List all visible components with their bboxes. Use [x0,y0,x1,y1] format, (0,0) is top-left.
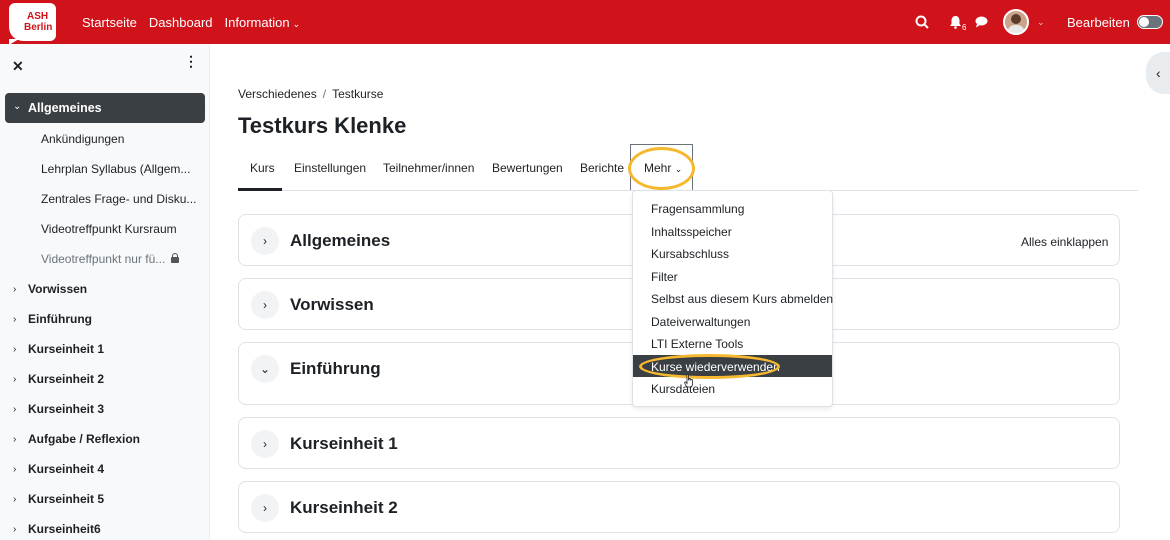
nav-link-dashboard[interactable]: Dashboard [149,15,213,30]
mouse-cursor-icon [684,374,693,388]
user-menu[interactable]: ⌄ [1003,0,1045,44]
lock-icon [171,253,180,263]
top-navbar: ASH Berlin Startseite Dashboard Informat… [0,0,1170,45]
menu-item-selbst-abmelden[interactable]: Selbst aus diesem Kurs abmelden [651,292,833,306]
search-icon[interactable] [915,0,929,44]
section-card-kurseinheit-1: › Kurseinheit 1 [238,417,1120,469]
sidebar-item-allgemeines[interactable]: ⌄ Allgemeines [5,93,205,123]
sidebar-activity-announcements[interactable]: Ankündigungen [41,132,124,146]
menu-item-dateiverwaltungen[interactable]: Dateiverwaltungen [651,315,750,329]
menu-item-kursabschluss[interactable]: Kursabschluss [651,247,729,261]
avatar [1003,9,1029,35]
more-options-icon[interactable]: ⋮ [184,54,198,68]
menu-item-fragensammlung[interactable]: Fragensammlung [651,202,744,216]
chevron-right-icon[interactable]: › [251,430,279,458]
tab-einstellungen[interactable]: Einstellungen [294,161,366,175]
edit-mode-control: Bearbeiten [1067,0,1163,44]
chevron-down-icon: ⌄ [1037,16,1045,27]
menu-item-inhaltsspeicher[interactable]: Inhaltsspeicher [651,225,732,239]
section-title[interactable]: Kurseinheit 1 [290,434,398,454]
sidebar-activity-video-restricted[interactable]: Videotreffpunkt nur fü... [41,252,180,266]
sidebar-section-kurseinheit-3[interactable]: › Kurseinheit 3 [13,402,104,416]
ash-berlin-logo[interactable]: ASH Berlin [9,3,56,45]
close-icon[interactable]: ✕ [12,58,24,75]
chevron-right-icon[interactable]: › [251,227,279,255]
chevron-right-icon: › [13,283,17,295]
chevron-right-icon: › [13,433,17,445]
sidebar-section-einfuehrung[interactable]: › Einführung [13,312,92,326]
sidebar-section-aufgabe-reflexion[interactable]: › Aufgabe / Reflexion [13,432,140,446]
edit-mode-toggle[interactable] [1136,15,1163,29]
tab-bewertungen[interactable]: Bewertungen [492,161,563,175]
chevron-right-icon: › [13,403,17,415]
notification-count-badge: 6 [962,22,967,32]
messages-icon[interactable] [975,0,988,44]
edit-mode-label: Bearbeiten [1067,14,1130,30]
sidebar-section-vorwissen[interactable]: › Vorwissen [13,282,87,296]
breadcrumb-item[interactable]: Verschiedenes [238,87,317,101]
chevron-right-icon: › [13,343,17,355]
section-title[interactable]: Einführung [290,359,381,379]
chevron-down-icon: ⌄ [292,18,301,29]
sidebar-section-kurseinheit-5[interactable]: › Kurseinheit 5 [13,492,104,506]
menu-item-filter[interactable]: Filter [651,270,678,284]
tab-teilnehmer[interactable]: Teilnehmer/innen [383,161,474,175]
breadcrumb: Verschiedenes / Testkurse [238,87,384,101]
sidebar-activity-video-room[interactable]: Videotreffpunkt Kursraum [41,222,177,236]
chevron-right-icon: › [13,493,17,505]
chevron-left-icon: ‹ [1156,65,1161,81]
annotation-highlight-ring [628,147,695,190]
chevron-right-icon: › [13,313,17,325]
annotation-highlight-ring [639,354,780,379]
chevron-right-icon[interactable]: › [251,291,279,319]
notification-bell-icon[interactable]: 6 [949,0,966,44]
menu-item-lti-externe-tools[interactable]: LTI Externe Tools [651,337,743,351]
active-tab-indicator [238,188,282,191]
sidebar-section-kurseinheit-1[interactable]: › Kurseinheit 1 [13,342,104,356]
chevron-down-icon[interactable]: ⌄ [251,355,279,383]
open-block-drawer-button[interactable]: ‹ [1146,52,1170,94]
section-title[interactable]: Allgemeines [290,231,390,251]
sidebar-activity-forum[interactable]: Zentrales Frage- und Disku... [41,192,196,206]
page-title: Testkurs Klenke [238,113,407,138]
section-title[interactable]: Vorwissen [290,295,374,315]
chevron-right-icon[interactable]: › [251,494,279,522]
section-title[interactable]: Kurseinheit 2 [290,498,398,518]
breadcrumb-item[interactable]: Testkurse [332,87,383,101]
sidebar-section-kurseinheit-6[interactable]: › Kurseinheit6 [13,522,101,536]
primary-navigation: Startseite Dashboard Information ⌄ [82,0,300,44]
chevron-down-icon: ⌄ [13,101,22,112]
chevron-right-icon: › [13,523,17,535]
sidebar-activity-syllabus[interactable]: Lehrplan Syllabus (Allgem... [41,162,190,176]
sidebar-section-kurseinheit-4[interactable]: › Kurseinheit 4 [13,462,104,476]
course-index-drawer: ✕ ⋮ ⌄ Allgemeines Ankündigungen Lehrplan… [0,44,210,540]
nav-link-startseite[interactable]: Startseite [82,15,137,30]
sidebar-section-kurseinheit-2[interactable]: › Kurseinheit 2 [13,372,104,386]
section-card-kurseinheit-2: › Kurseinheit 2 [238,481,1120,533]
tab-berichte[interactable]: Berichte [580,161,624,175]
collapse-all-link[interactable]: Alles einklappen [1021,235,1108,249]
tab-kurs[interactable]: Kurs [250,161,275,175]
nav-link-information[interactable]: Information ⌄ [225,15,301,30]
chevron-right-icon: › [13,463,17,475]
chevron-right-icon: › [13,373,17,385]
